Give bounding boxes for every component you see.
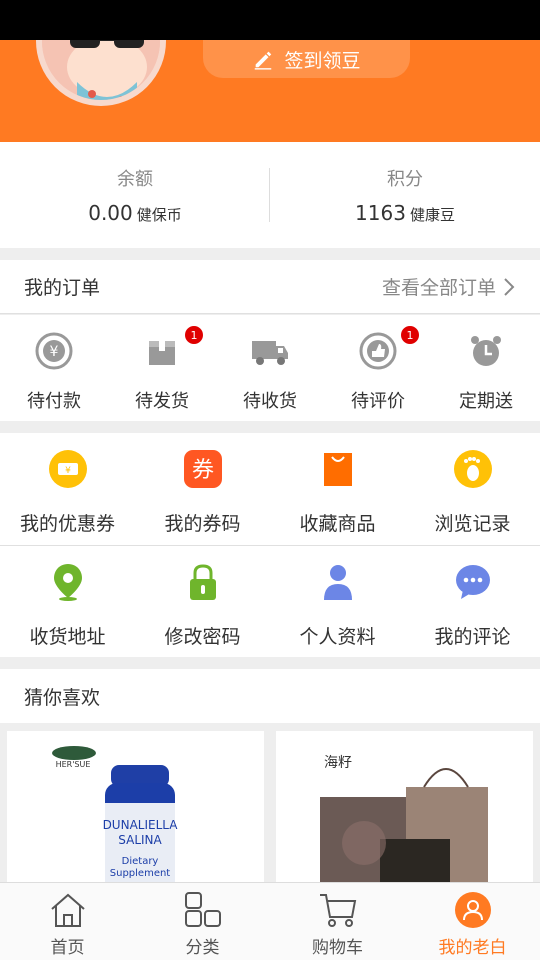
yen-coin-icon: ¥ [35,332,73,370]
avatar[interactable] [36,40,166,106]
person-icon [323,565,352,600]
tab-label: 我的老白 [438,938,507,958]
divider [269,168,270,222]
service-label: 浏览记录 [434,513,511,535]
profile-header: 签到领豆 [0,40,540,142]
chevron-right-icon [504,277,515,296]
checkin-label: 签到领豆 [284,49,361,72]
balance-cell[interactable]: 余额 0.00 健保币 [0,142,270,248]
service-label: 个人资料 [299,626,376,648]
personal-profile[interactable]: 个人资料 [270,546,405,657]
product-text-line: Supplement [110,868,171,879]
pencil-icon [255,51,272,70]
coupon-code-icon: 券 [183,450,222,488]
balance-label: 余额 [117,169,153,190]
product-brand: 海籽 [324,755,352,771]
points-value: 1163 [355,201,406,225]
checkin-button[interactable]: 签到领豆 [203,40,410,78]
balance-panel: 余额 0.00 健保币 积分 1163 健康豆 [0,142,540,248]
location-pin-icon [53,564,82,601]
shopping-bag-icon [323,453,352,486]
svg-text:¥: ¥ [65,466,71,476]
order-label: 待付款 [27,391,81,412]
my-coupon-codes[interactable]: 券 我的券码 [135,433,270,545]
product-brand: HER'SUE [56,760,91,769]
service-label: 收货地址 [29,626,106,648]
chat-bubble-icon [455,565,490,599]
view-all-label: 查看全部订单 [381,277,496,299]
tab-label: 购物车 [312,938,363,958]
product-list: HER'SUE DUNALIELLA SALINA Dietary Supple… [0,731,540,891]
service-label: 我的券码 [164,513,241,535]
points-label: 积分 [387,169,423,190]
padlock-icon [189,564,216,600]
ticket-icon: ¥ [48,450,87,488]
orders-header: 我的订单 查看全部订单 [0,260,540,314]
product-card[interactable]: 海籽 [276,731,533,891]
bottom-tab-bar: 首页 分类 购物车 我的老白 [0,882,540,960]
order-label: 待评价 [351,391,405,412]
cart-icon [319,894,356,927]
service-label: 我的评论 [434,626,511,648]
balance-value: 0.00 [88,201,133,225]
product-text-line: Dietary [122,856,159,867]
product-text-line: DUNALIELLA [103,818,179,832]
order-pending-review[interactable]: 1 待评价 [324,315,432,421]
browse-history[interactable]: 浏览记录 [405,433,540,545]
thumbs-up-icon [359,332,397,370]
truck-icon [252,341,288,365]
tab-label: 分类 [185,938,220,958]
tab-cart[interactable]: 购物车 [270,883,405,960]
my-reviews[interactable]: 我的评论 [405,546,540,657]
home-icon [50,893,85,927]
services-grid: ¥ 我的优惠券 券 我的券码 收藏商品 浏览记录 收货地址 修改密码 个人资料 … [0,433,540,657]
product-text-line: SALINA [118,833,162,847]
tab-home[interactable]: 首页 [0,883,135,960]
my-coupons[interactable]: ¥ 我的优惠券 [0,433,135,545]
package-box-icon [149,341,175,365]
product-image: HER'SUE DUNALIELLA SALINA Dietary Supple… [52,746,179,891]
category-grid-icon [184,892,221,927]
status-bar [0,0,540,40]
order-pending-payment[interactable]: ¥ 待付款 [0,315,108,421]
footprint-icon [453,450,492,488]
alarm-clock-icon [471,336,501,366]
favorite-products[interactable]: 收藏商品 [270,433,405,545]
order-label: 待收货 [243,391,297,412]
svg-text:¥: ¥ [50,344,59,360]
order-pending-shipment[interactable]: 1 待发货 [108,315,216,421]
order-label: 待发货 [135,391,189,412]
order-label: 定期送 [459,391,513,412]
points-unit: 健康豆 [409,206,455,224]
orders-title: 我的订单 [24,277,101,299]
order-scheduled-delivery[interactable]: 定期送 [432,315,540,421]
service-label: 修改密码 [164,626,241,648]
product-image: 海籽 [320,755,488,891]
order-badge: 1 [184,325,204,345]
coupon-glyph: 券 [191,458,213,483]
recommend-title: 猜你喜欢 [0,669,540,723]
order-status-row: ¥ 待付款 1 待发货 待收货 1 待评价 定期送 [0,315,540,421]
tab-label: 首页 [50,938,85,958]
balance-unit: 健保币 [136,206,182,224]
profile-icon [454,892,491,928]
tab-profile[interactable]: 我的老白 [405,883,540,960]
points-cell[interactable]: 积分 1163 健康豆 [270,142,540,248]
order-badge: 1 [400,325,420,345]
change-password[interactable]: 修改密码 [135,546,270,657]
order-pending-receipt[interactable]: 待收货 [216,315,324,421]
view-all-orders-link[interactable]: 查看全部订单 [382,273,516,300]
shipping-address[interactable]: 收货地址 [0,546,135,657]
tab-category[interactable]: 分类 [135,883,270,960]
service-label: 收藏商品 [299,513,376,535]
service-label: 我的优惠券 [19,513,115,535]
product-card[interactable]: HER'SUE DUNALIELLA SALINA Dietary Supple… [7,731,264,891]
